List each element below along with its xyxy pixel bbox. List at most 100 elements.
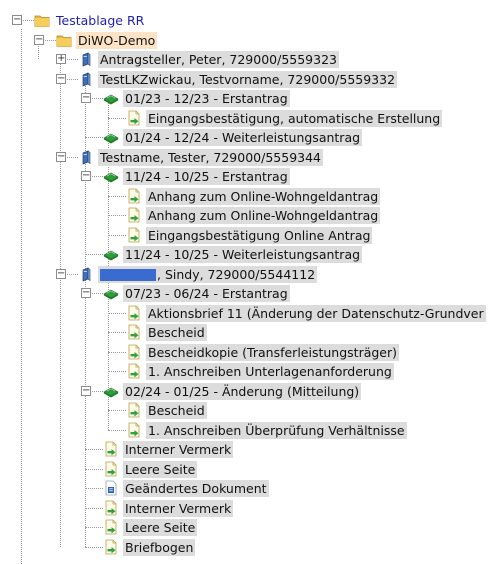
tree-item-label: 11/24 - 10/25 - Weiterleistungsantrag — [123, 246, 363, 263]
tree-item-label: Briefbogen — [123, 538, 196, 556]
tree-connector — [108, 195, 126, 197]
tree-item-label: , Sindy, 729000/5544112 — [98, 265, 318, 283]
tree-item-label: Interner Vermerk — [123, 499, 234, 517]
tree-connector — [85, 449, 103, 450]
tree-item-label: 1. Anschreiben Überprüfung Verhältnisse — [146, 421, 407, 439]
document-icon — [103, 519, 119, 535]
tree-view: − Testablage RR − DiWO-Demo + Antragsteller, … — [0, 0, 493, 564]
tree-document[interactable]: 1. Anschreiben Überprüfung Verhältnisse — [0, 421, 493, 440]
document-icon — [126, 402, 142, 418]
tree-document[interactable]: Bescheidkopie (Transferleistungsträger) — [0, 343, 493, 362]
document-icon — [126, 188, 142, 204]
tree-item-label: Eingangsbestätigung Online Antrag — [146, 226, 373, 244]
tree-document[interactable]: Eingangsbestätigung, automatische Erstel… — [0, 109, 493, 128]
person-file-icon — [78, 71, 94, 87]
tree-document[interactable]: Briefbogen — [0, 538, 493, 557]
collapse-icon[interactable]: − — [81, 385, 91, 396]
tree-item-label: DiWO-Demo — [76, 31, 158, 49]
tree-document[interactable]: Interner Vermerk — [0, 440, 493, 459]
tree-item-label: Bescheid — [146, 402, 207, 419]
tree-connector — [85, 254, 103, 255]
tree-person[interactable]: + Antragsteller, Peter, 729000/5559323 — [0, 50, 493, 69]
person-file-icon — [78, 149, 94, 165]
collapse-icon[interactable]: − — [81, 171, 91, 181]
document-icon — [103, 461, 119, 477]
collapse-icon[interactable]: − — [56, 73, 66, 84]
tree-case[interactable]: − 11/24 - 10/25 - Erstantrag — [0, 167, 493, 186]
tree-document[interactable]: Geändertes Dokument — [0, 479, 493, 498]
tree-connector — [108, 332, 126, 333]
tree-item-label: Bescheidkopie (Transferleistungsträger) — [146, 343, 400, 361]
tree-item-label: Leere Seite — [123, 460, 198, 478]
tree-connector — [85, 546, 103, 548]
collapse-icon[interactable]: − — [56, 268, 66, 279]
tree-connector — [108, 410, 126, 411]
document-icon — [126, 422, 142, 438]
tree-document[interactable]: Aktionsbrief 11 (Änderung der Datenschut… — [0, 304, 493, 323]
tree-item-text: , Sindy, 729000/5544112 — [157, 266, 316, 282]
document-icon — [126, 363, 142, 379]
tree-connector — [85, 468, 103, 470]
document-icon — [126, 344, 142, 360]
tree-case[interactable]: − 02/24 - 01/25 - Änderung (Mitteilung) — [0, 382, 493, 401]
tree-case[interactable]: 11/24 - 10/25 - Weiterleistungsantrag — [0, 245, 493, 264]
tree-document[interactable]: Anhang zum Online-Wohngeldantrag — [0, 206, 493, 225]
tree-document[interactable]: Leere Seite — [0, 518, 493, 537]
tree-item-label: Bescheid — [146, 324, 207, 341]
tree-item-label: Leere Seite — [123, 519, 198, 536]
tree-item-label: Eingangsbestätigung, automatische Erstel… — [146, 109, 443, 127]
blue-document-icon — [103, 480, 119, 496]
person-file-icon — [78, 266, 94, 282]
document-icon — [103, 500, 119, 516]
collapse-icon[interactable]: − — [12, 15, 22, 25]
case-book-icon — [103, 246, 119, 262]
tree-case[interactable]: − 07/23 - 06/24 - Erstantrag — [0, 284, 493, 303]
tree-folder[interactable]: − DiWO-Demo — [0, 31, 493, 50]
document-icon — [126, 227, 142, 243]
tree-item-label: Anhang zum Online-Wohngeldantrag — [146, 187, 381, 205]
collapse-icon[interactable]: − — [81, 93, 91, 103]
tree-connector — [108, 371, 126, 372]
tree-root[interactable]: − Testablage RR — [0, 11, 493, 30]
tree-connector — [85, 527, 103, 528]
tree-connector — [85, 137, 103, 138]
tree-document[interactable]: Bescheid — [0, 323, 493, 342]
tree-person[interactable]: − Testname, Tester, 729000/5559344 — [0, 148, 493, 167]
tree-document[interactable]: Interner Vermerk — [0, 499, 493, 518]
document-icon — [126, 110, 142, 126]
redaction-bar — [100, 269, 156, 281]
expand-icon[interactable]: + — [56, 54, 66, 64]
tree-item-label: Aktionsbrief 11 (Änderung der Datenschut… — [146, 304, 486, 322]
tree-item-label: Interner Vermerk — [123, 441, 234, 458]
tree-connector — [108, 312, 126, 314]
document-icon — [126, 305, 142, 321]
tree-person[interactable]: − , Sindy, 729000/5544112 — [0, 265, 493, 284]
tree-connector — [108, 215, 126, 216]
tree-connector — [85, 488, 103, 489]
tree-document[interactable]: 1. Anschreiben Unterlagenanforderung — [0, 362, 493, 381]
collapse-icon[interactable]: − — [56, 151, 66, 162]
tree-item-label: Testablage RR — [56, 13, 145, 28]
tree-item-label: Geändertes Dokument — [123, 480, 269, 497]
document-icon — [126, 324, 142, 340]
tree-item-label: 11/24 - 10/25 - Erstantrag — [123, 168, 290, 185]
folder-icon — [34, 12, 50, 28]
case-book-icon — [103, 168, 119, 184]
document-icon — [103, 539, 119, 555]
tree-case[interactable]: 01/24 - 12/24 - Weiterleistungsantrag — [0, 128, 493, 147]
tree-connector — [108, 117, 126, 119]
document-icon — [126, 207, 142, 223]
collapse-icon[interactable]: − — [34, 34, 44, 45]
case-book-icon — [103, 90, 119, 106]
tree-person[interactable]: − TestLKZwickau, Testvorname, 729000/5559… — [0, 70, 493, 89]
tree-document[interactable]: Bescheid — [0, 401, 493, 420]
tree-document[interactable]: Anhang zum Online-Wohngeldantrag — [0, 187, 493, 206]
tree-case[interactable]: − 01/23 - 12/23 - Erstantrag — [0, 89, 493, 108]
tree-document[interactable]: Leere Seite — [0, 460, 493, 479]
tree-connector — [85, 507, 103, 509]
collapse-icon[interactable]: − — [81, 288, 91, 298]
case-book-icon — [103, 383, 119, 399]
tree-document[interactable]: Eingangsbestätigung Online Antrag — [0, 226, 493, 245]
person-file-icon — [78, 51, 94, 67]
case-book-icon — [103, 129, 119, 145]
